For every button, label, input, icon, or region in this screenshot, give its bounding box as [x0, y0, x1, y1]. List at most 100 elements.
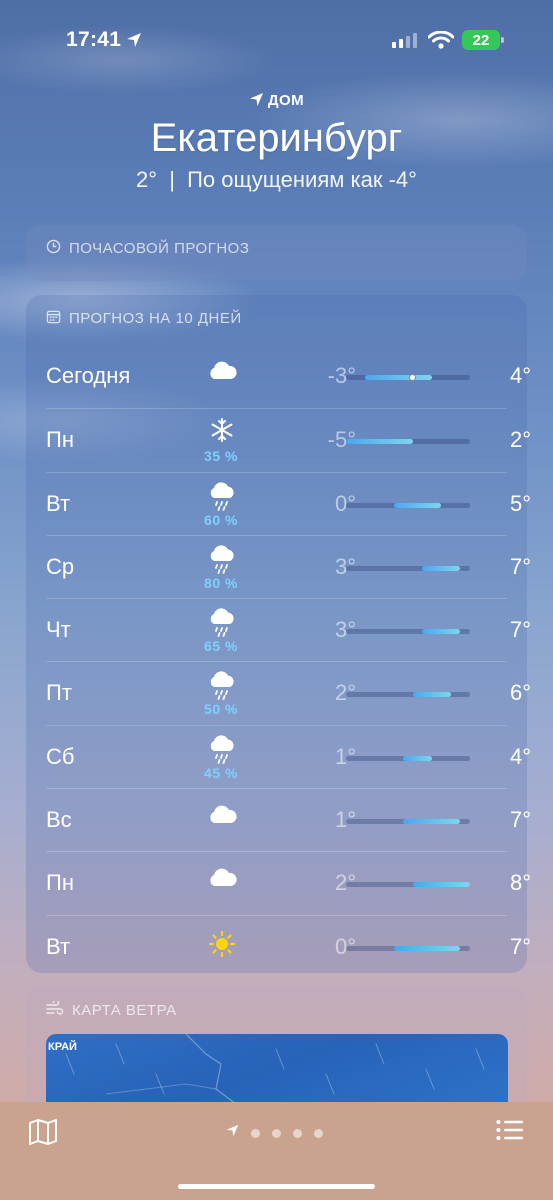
- battery-indicator: 22: [462, 30, 504, 50]
- temperature-range-bar: [346, 692, 470, 698]
- rain-cloud-icon: [206, 734, 238, 768]
- temperature-range-fill: [403, 755, 432, 761]
- temperature-range-bar: [346, 374, 470, 381]
- feels-like: По ощущениям как -4°: [187, 167, 417, 192]
- temperature-range-bar: [346, 565, 470, 571]
- temperature-range-bar: [346, 819, 470, 825]
- forecast-day: Пт: [46, 680, 72, 706]
- temperature-range-fill: [346, 439, 413, 445]
- temperature-range-bar: [346, 502, 470, 508]
- separator: |: [169, 167, 175, 192]
- precipitation-probability: 60 %: [204, 511, 238, 528]
- forecast-day: Вт: [46, 490, 71, 516]
- high-temperature: 4°: [509, 363, 531, 388]
- forecast-day: Вт: [46, 933, 71, 959]
- temperature-range-bar: [346, 439, 470, 445]
- page-dot[interactable]: [293, 1128, 302, 1138]
- ten-day-forecast-card[interactable]: ПРОГНОЗ НА 10 ДНЕЙ Сегодня -3° 4° Пн 35 % -5°…: [26, 295, 531, 973]
- temperature-range-bar: [346, 629, 470, 635]
- temperature-range-bar: [346, 882, 470, 888]
- current-conditions: 2° | По ощущениям как -4°: [0, 167, 553, 193]
- temperature-range-fill: [422, 629, 461, 635]
- forecast-row[interactable]: Вс 1° 7°: [46, 788, 531, 851]
- sun-icon: [206, 930, 238, 964]
- forecast-day: Чт: [46, 617, 71, 643]
- rain-cloud-icon: [206, 607, 238, 641]
- forecast-row[interactable]: Вт 0° 7°: [46, 914, 531, 978]
- location-name: ДОМ: [267, 92, 305, 109]
- forecast-day: Вс: [46, 807, 72, 833]
- current-temperature: 2°: [136, 167, 158, 192]
- calendar-icon: [46, 309, 61, 328]
- wifi-icon: [427, 30, 455, 54]
- forecast-row[interactable]: Вт 60 % 0° 5°: [46, 471, 531, 535]
- forecast-row[interactable]: Сб 45 % 1° 4°: [46, 724, 531, 788]
- forecast-row[interactable]: Сегодня -3° 4°: [46, 345, 531, 408]
- page-dot[interactable]: [251, 1128, 260, 1138]
- forecast-row[interactable]: Пн 35 % -5° 2°: [46, 408, 531, 471]
- precipitation-probability: 45 %: [204, 764, 238, 781]
- temperature-range-fill: [412, 692, 451, 698]
- page-dot[interactable]: [314, 1128, 323, 1138]
- forecast-day: Пн: [46, 427, 74, 453]
- high-temperature: 7°: [509, 553, 531, 579]
- ten-day-forecast-title: ПРОГНОЗ НА 10 ДНЕЙ: [69, 310, 242, 327]
- high-temperature: 5°: [509, 490, 531, 516]
- hourly-forecast-header: ПОЧАСОВОЙ ПРОГНОЗ: [26, 225, 527, 258]
- status-time: 17:41: [66, 28, 122, 51]
- map-icon[interactable]: [28, 1118, 58, 1151]
- high-temperature: 2°: [509, 427, 531, 453]
- wind-map-title: КАРТА ВЕТРА: [72, 1001, 177, 1019]
- snowflake-icon: [206, 417, 238, 451]
- clock-icon: [46, 239, 61, 258]
- temperature-range-bar: [346, 755, 470, 761]
- temperature-range-fill: [412, 882, 470, 888]
- forecast-rows: Сегодня -3° 4° Пн 35 % -5° 2° Вт 60 % 0° 5° Ср 80 % 3…: [46, 345, 531, 978]
- rain-cloud-icon: [206, 481, 238, 515]
- location-label: ДОМ: [0, 92, 553, 111]
- rain-cloud-icon: [206, 670, 238, 704]
- battery-level: 22: [472, 31, 490, 49]
- wind-map-header: КАРТА ВЕТРА: [26, 987, 527, 1019]
- forecast-day: Ср: [46, 553, 75, 579]
- forecast-row[interactable]: Пн 2° 8°: [46, 851, 531, 914]
- forecast-day: Сегодня: [46, 363, 131, 388]
- precipitation-probability: 35 %: [204, 448, 238, 465]
- temperature-range-fill: [365, 375, 432, 380]
- hourly-forecast-title: ПОЧАСОВОЙ ПРОГНОЗ: [69, 240, 250, 257]
- precipitation-probability: 80 %: [204, 574, 238, 591]
- temperature-range-fill: [393, 502, 442, 508]
- home-indicator[interactable]: [178, 1184, 375, 1189]
- wind-icon: [46, 999, 64, 1019]
- temperature-range-fill: [393, 945, 461, 951]
- temperature-range-fill: [403, 819, 461, 825]
- high-temperature: 4°: [509, 743, 531, 769]
- cloud-icon: [206, 359, 238, 393]
- rain-cloud-icon: [206, 544, 238, 578]
- page-indicator[interactable]: [226, 1124, 323, 1142]
- forecast-row[interactable]: Пт 50 % 2° 6°: [46, 661, 531, 724]
- high-temperature: 6°: [509, 680, 531, 706]
- temperature-range-bar: [346, 945, 470, 951]
- list-icon[interactable]: [496, 1119, 524, 1146]
- high-temperature: 7°: [509, 933, 531, 959]
- ten-day-forecast-header: ПРОГНОЗ НА 10 ДНЕЙ: [26, 295, 527, 328]
- forecast-day: Пн: [46, 870, 74, 896]
- page-dot[interactable]: [272, 1128, 281, 1138]
- hourly-forecast-card[interactable]: ПОЧАСОВОЙ ПРОГНОЗ: [26, 225, 527, 281]
- temperature-range-fill: [422, 565, 461, 571]
- cellular-signal-icon: [392, 32, 417, 48]
- cloud-icon: [206, 866, 238, 900]
- forecast-row[interactable]: Ср 80 % 3° 7°: [46, 534, 531, 598]
- city-name: Екатеринбург: [150, 116, 403, 160]
- high-temperature: 7°: [509, 617, 531, 643]
- precipitation-probability: 50 %: [204, 701, 238, 718]
- map-region-label: КРАЙ: [48, 1041, 77, 1053]
- location-services-icon: [126, 32, 142, 53]
- forecast-row[interactable]: Чт 65 % 3° 7°: [46, 598, 531, 661]
- forecast-day: Сб: [46, 743, 75, 769]
- bottom-toolbar: [0, 1102, 553, 1200]
- status-bar: 17:41 22: [0, 26, 553, 56]
- current-location-page-icon[interactable]: [226, 1124, 239, 1142]
- high-temperature: 8°: [509, 870, 531, 896]
